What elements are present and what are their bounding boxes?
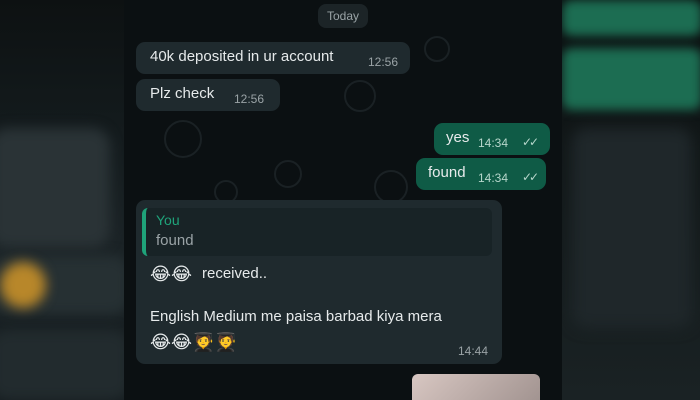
blurred-right-region [562,0,700,400]
emoji-sequence-icon: 😂😂🧑‍🎓🧑‍🎓 [150,332,237,352]
quoted-author: You [156,212,180,228]
wallpaper-doodle [424,36,450,62]
blurred-left-region [0,0,130,400]
image-message-thumbnail[interactable] [412,374,540,400]
message-bubble-incoming[interactable]: 40k deposited in ur account 12:56 [136,42,410,74]
laughing-emoji-icon: 😂😂 [150,264,193,284]
wallpaper-doodle [274,160,302,188]
message-text: 40k deposited in ur account [150,48,334,65]
quoted-message[interactable]: You found [142,208,492,256]
message-time: 12:56 [234,92,265,106]
message-text: found [428,164,466,181]
message-bubble-incoming-reply[interactable]: You found 😂😂 received.. English Medium m… [136,200,502,364]
read-receipt-icon: ✓✓ [522,170,539,184]
message-time: 14:34 [478,136,509,150]
quoted-text: found [156,232,194,249]
message-text: English Medium me paisa barbad kiya mera [150,308,442,325]
chat-panel[interactable]: Today 40k deposited in ur account 12:56 … [124,0,562,400]
message-time: 12:56 [368,55,399,69]
wallpaper-doodle [164,120,202,158]
message-bubble-incoming[interactable]: Plz check 12:56 [136,79,280,111]
date-separator: Today [318,4,368,28]
wallpaper-doodle [374,170,408,204]
message-text: received.. [202,265,268,282]
message-bubble-outgoing[interactable]: yes 14:34 ✓✓ [434,123,550,155]
message-text: Plz check [150,85,215,102]
message-time: 14:34 [478,171,509,185]
read-receipt-icon: ✓✓ [522,135,539,149]
message-bubble-outgoing[interactable]: found 14:34 ✓✓ [416,158,546,190]
message-text: yes [446,129,470,146]
wallpaper-doodle [344,80,376,112]
message-time: 14:44 [458,344,489,358]
